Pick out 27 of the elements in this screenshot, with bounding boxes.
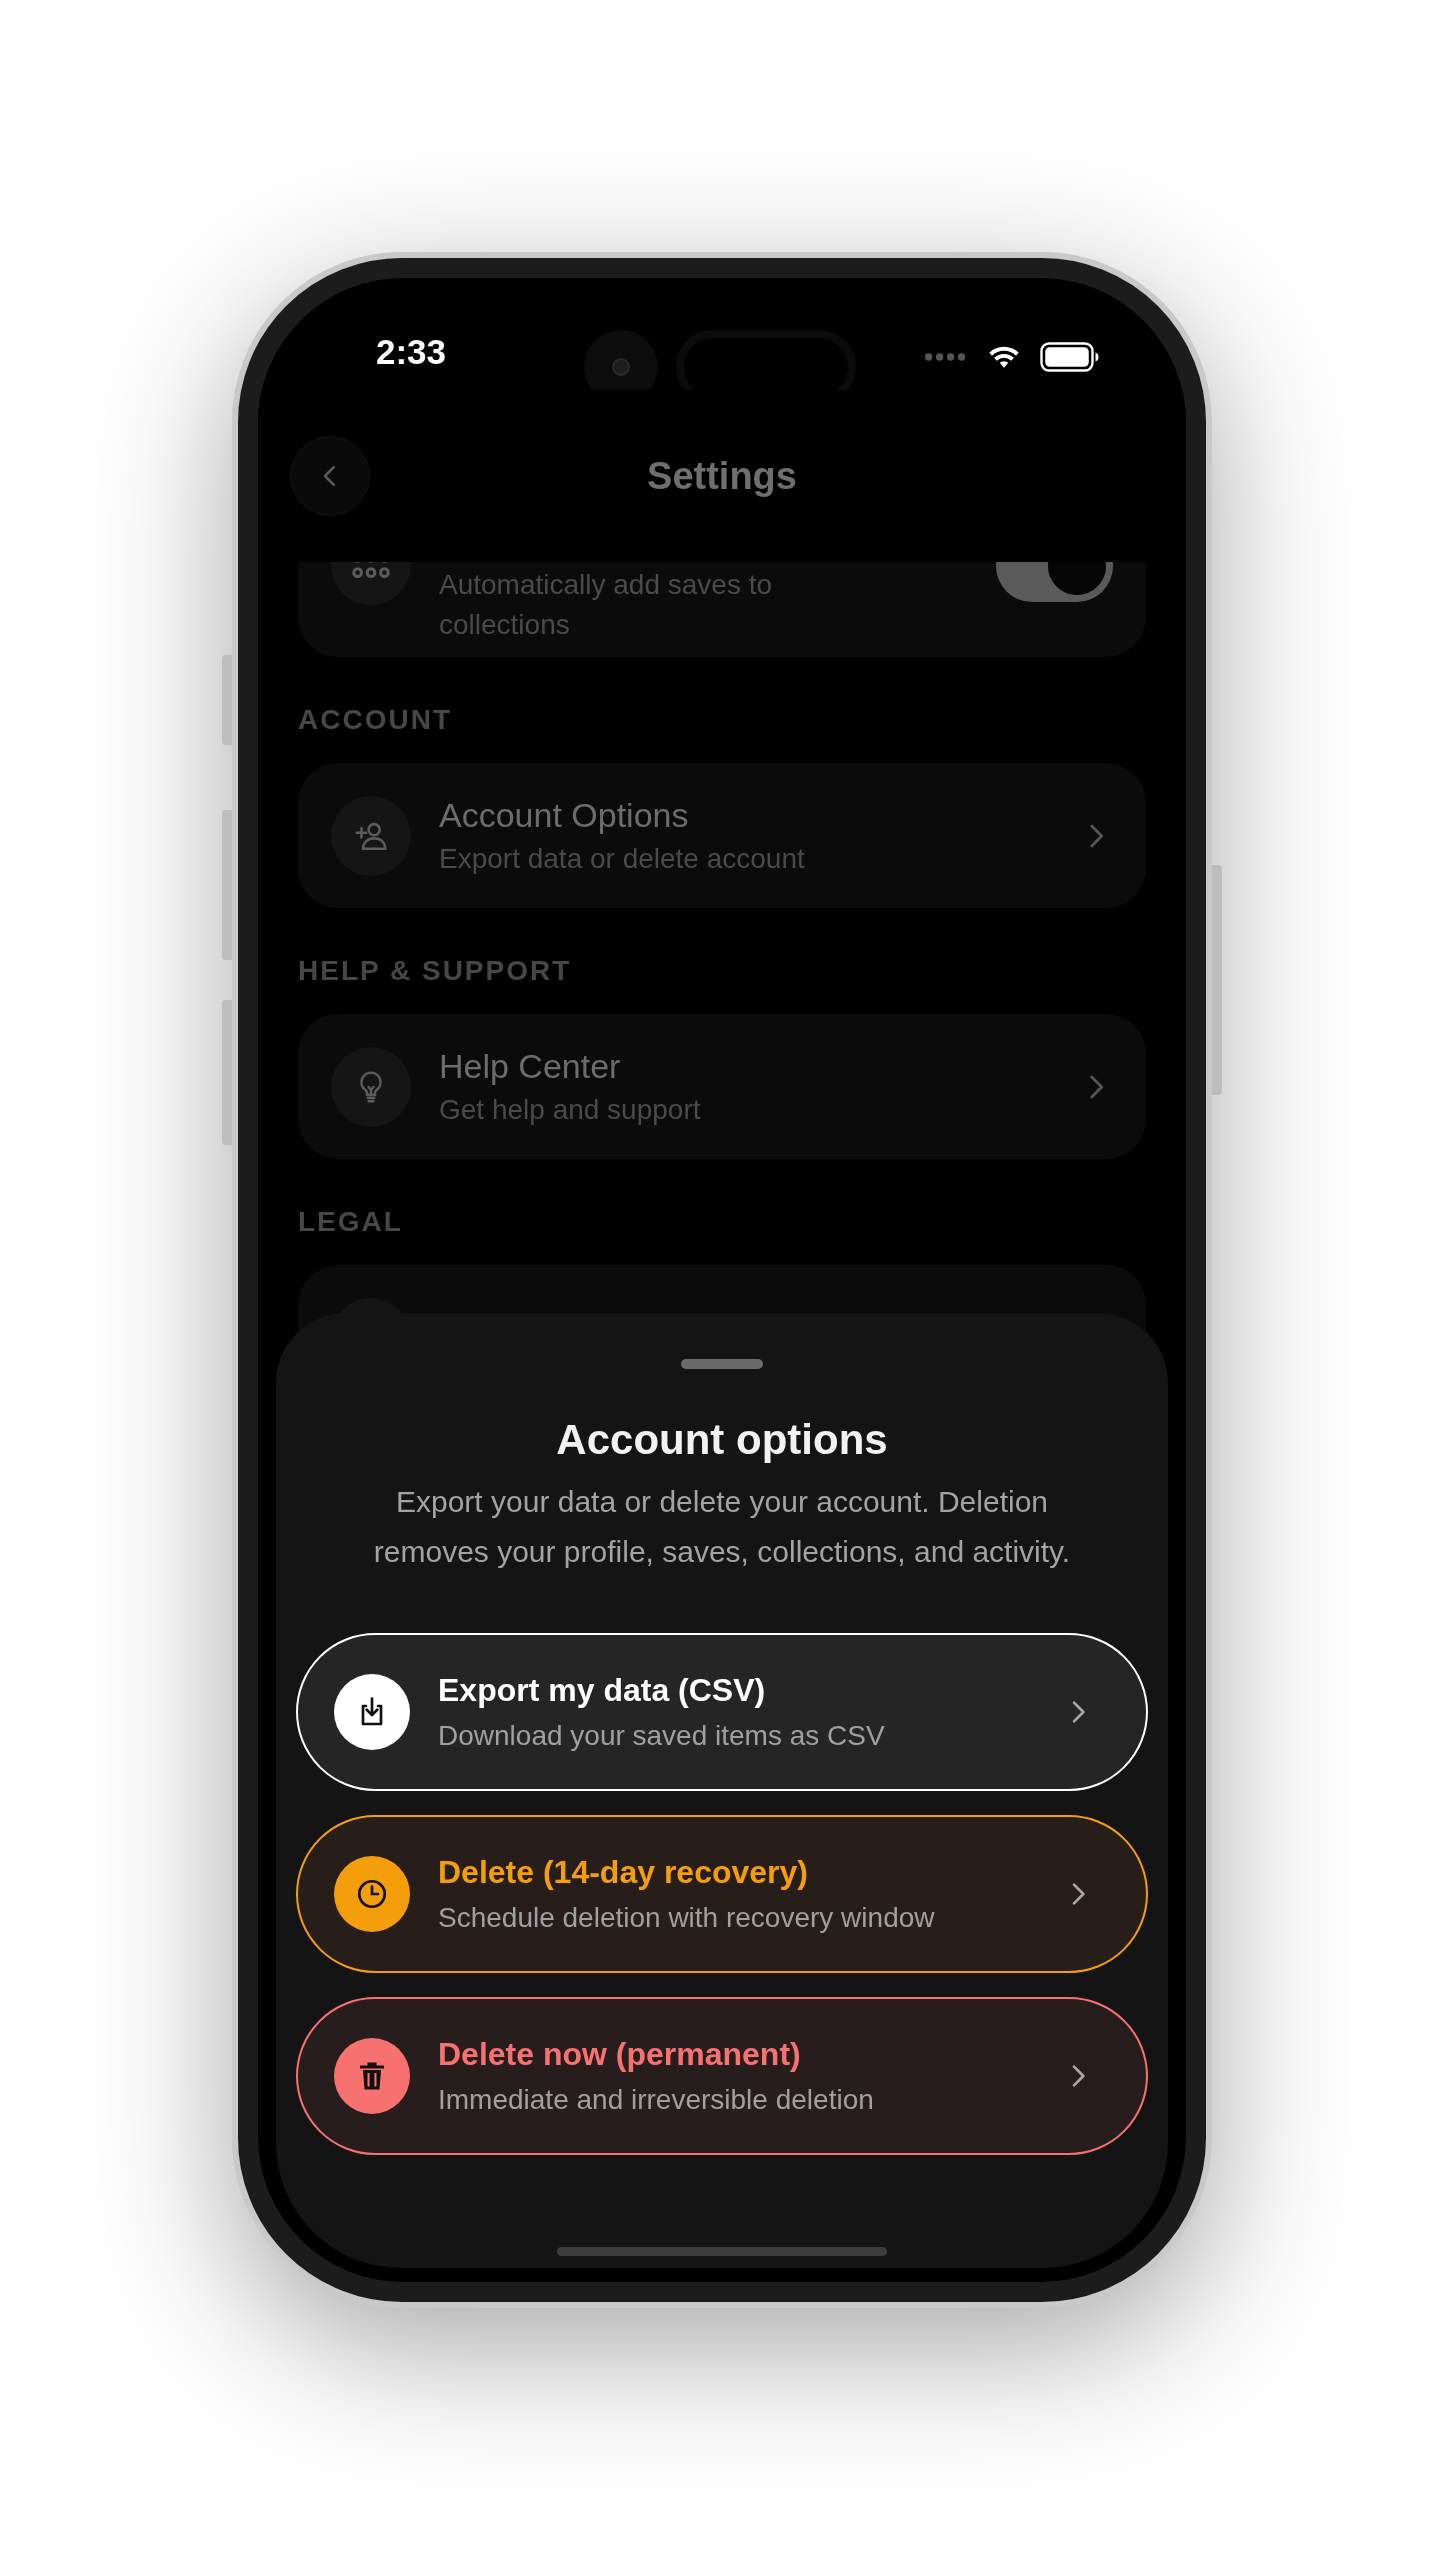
option-subtitle: Download your saved items as CSV	[438, 1719, 885, 1753]
section-heading: HELP & SUPPORT	[298, 956, 573, 986]
option-button[interactable]: Delete now (permanent) Immediate and irreversible deletion	[296, 1997, 1148, 2155]
section-heading: LEGAL	[298, 1207, 404, 1237]
option-button[interactable]: Delete (14-day recovery) Schedule deletion with recovery window	[296, 1815, 1148, 1973]
sheet-handle[interactable]	[681, 1359, 763, 1369]
status-time: 2:33	[376, 332, 447, 372]
option-title: Delete (14-day recovery)	[438, 1853, 809, 1892]
item-subtitle: Get help and support	[439, 1092, 701, 1127]
item-title: Account Options	[439, 794, 690, 835]
settings-row[interactable]: Account Options Export data or delete account	[298, 763, 1146, 908]
section-heading: ACCOUNT	[298, 705, 453, 735]
option-title: Delete now (permanent)	[438, 2035, 802, 2074]
sheet-title: Account options	[556, 1415, 888, 1465]
screen-title: Settings	[647, 453, 797, 499]
item-subtitle: Export data or delete account	[439, 841, 805, 876]
item-subtitle: Automatically add saves to collections	[439, 568, 774, 642]
item-title: Help Center	[439, 1045, 622, 1086]
option-button[interactable]: Export my data (CSV) Download your saved items as CSV	[296, 1633, 1148, 1791]
wifi-icon	[988, 345, 1020, 369]
settings-row[interactable]: Help Center Get help and support	[298, 1014, 1146, 1159]
option-title: Export my data (CSV)	[438, 1671, 767, 1710]
battery-icon	[1040, 342, 1100, 372]
sheet-description: Export your data or delete your account. Deletion removes your profile, saves, collections, and activity.	[372, 1484, 1072, 1570]
option-subtitle: Schedule deletion with recovery window	[438, 1901, 935, 1935]
signal-icon	[924, 352, 968, 362]
option-subtitle: Immediate and irreversible deletion	[438, 2083, 874, 2117]
